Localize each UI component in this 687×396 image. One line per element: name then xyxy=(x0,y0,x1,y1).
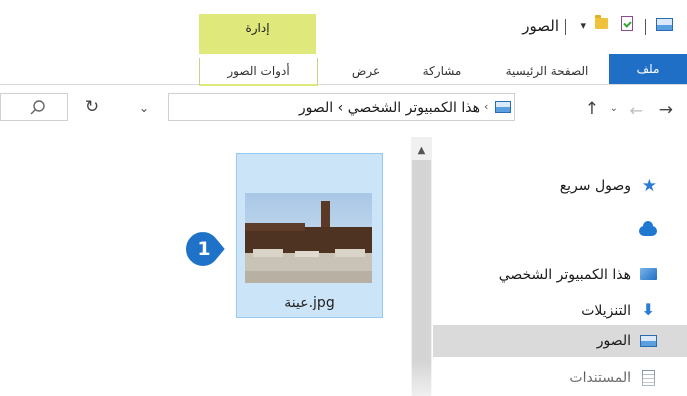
picture-window-icon xyxy=(656,18,673,31)
nav-item-quick-access[interactable]: ★ وصول سريع xyxy=(457,172,657,200)
nav-item-label: الصور xyxy=(596,333,631,349)
recent-locations-chevron-icon[interactable]: ⌄ xyxy=(610,103,618,114)
back-button-icon[interactable]: → xyxy=(659,100,673,120)
star-icon: ★ xyxy=(641,176,657,196)
nav-item-label: التنزيلات xyxy=(581,303,631,319)
nav-item-documents[interactable]: المستندات xyxy=(457,364,657,392)
up-arrow-icon[interactable]: ↑ xyxy=(585,99,599,119)
window-title: الصور xyxy=(522,17,559,35)
file-name-label[interactable]: عينة.jpg xyxy=(236,294,383,312)
forward-arrow-icon[interactable]: ← xyxy=(630,101,643,120)
tab-share[interactable]: مشاركة xyxy=(407,58,477,84)
download-icon: ⬇ xyxy=(641,300,655,319)
refresh-icon[interactable]: ↻ xyxy=(78,97,106,117)
tab-home[interactable]: الصفحة الرئيسية xyxy=(497,58,597,84)
documents-icon xyxy=(642,370,655,386)
nav-item-label: المستندات xyxy=(569,370,631,386)
breadcrumb-path[interactable]: هذا الكمبيوتر الشخصي › الصور xyxy=(210,99,480,117)
cloud-icon xyxy=(639,221,657,236)
nav-item-label: هذا الكمبيوتر الشخصي xyxy=(498,267,631,283)
address-dropdown-chevron-icon[interactable]: ⌄ xyxy=(130,99,158,117)
nav-item-pictures[interactable]: الصور xyxy=(457,327,657,355)
contextual-group-label: إدارة xyxy=(245,21,270,35)
scroll-up-icon[interactable]: ▲ xyxy=(411,144,432,158)
new-folder-icon[interactable] xyxy=(595,15,608,29)
nav-item-label: وصول سريع xyxy=(559,178,631,194)
computer-icon xyxy=(640,268,657,280)
nav-item-onedrive[interactable] xyxy=(617,217,657,245)
tab-file[interactable]: ملف xyxy=(609,54,687,84)
title-separator xyxy=(645,19,646,35)
customize-quick-access-arrow-icon[interactable]: ▾ xyxy=(580,17,586,35)
properties-icon[interactable] xyxy=(621,16,633,31)
nav-item-downloads[interactable]: ⬇ التنزيلات xyxy=(457,297,657,325)
pictures-icon xyxy=(640,335,657,347)
search-icon xyxy=(30,100,45,115)
tab-picture-tools[interactable]: أدوات الصور xyxy=(199,58,318,86)
title-separator xyxy=(565,19,566,35)
callout-number: 1 xyxy=(197,238,211,260)
nav-item-this-pc[interactable]: هذا الكمبيوتر الشخصي xyxy=(427,261,657,289)
image-thumbnail[interactable] xyxy=(245,193,372,283)
breadcrumb-chevron-icon[interactable]: ‹ xyxy=(484,99,488,115)
tab-view[interactable]: عرض xyxy=(341,58,391,84)
pictures-folder-icon xyxy=(495,101,511,113)
